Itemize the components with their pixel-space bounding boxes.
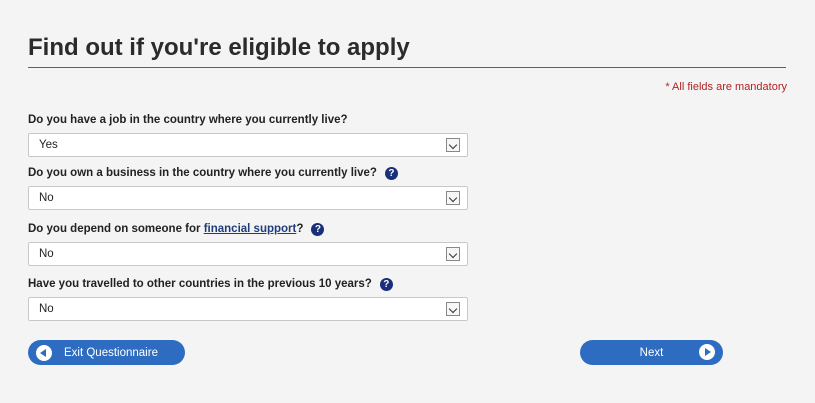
- job-select[interactable]: Yes: [28, 133, 468, 157]
- question-financial-support: Do you depend on someone for financial s…: [28, 221, 488, 266]
- question-job: Do you have a job in the country where y…: [28, 112, 488, 157]
- select-value: No: [39, 303, 54, 315]
- exit-button-label: Exit Questionnaire: [64, 346, 158, 359]
- chevron-down-icon[interactable]: [446, 191, 460, 205]
- financial-support-link[interactable]: financial support: [204, 221, 297, 237]
- question-label: Have you travelled to other countries in…: [28, 276, 488, 292]
- chevron-down-icon[interactable]: [446, 138, 460, 152]
- page-title: Find out if you're eligible to apply: [28, 34, 410, 61]
- arrow-right-circle-icon: [699, 344, 715, 360]
- question-label: Do you have a job in the country where y…: [28, 114, 348, 126]
- select-value: Yes: [39, 139, 58, 151]
- business-select[interactable]: No: [28, 186, 468, 210]
- question-label: Do you own a business in the country whe…: [28, 165, 488, 181]
- question-travel: Have you travelled to other countries in…: [28, 276, 488, 321]
- financial-support-select[interactable]: No: [28, 242, 468, 266]
- mandatory-note: * All fields are mandatory: [665, 81, 787, 93]
- question-label: Do you depend on someone for financial s…: [28, 221, 488, 237]
- chevron-down-icon[interactable]: [446, 247, 460, 261]
- question-circle-icon[interactable]: ?: [311, 222, 325, 236]
- next-button-label: Next: [639, 346, 664, 359]
- question-business: Do you own a business in the country whe…: [28, 165, 488, 210]
- title-divider: [28, 67, 786, 68]
- exit-questionnaire-button[interactable]: Exit Questionnaire: [28, 340, 185, 365]
- select-value: No: [39, 192, 54, 204]
- select-value: No: [39, 248, 54, 260]
- next-button[interactable]: Next: [580, 340, 723, 365]
- chevron-down-icon[interactable]: [446, 302, 460, 316]
- question-circle-icon[interactable]: ?: [384, 166, 398, 180]
- travel-select[interactable]: No: [28, 297, 468, 321]
- question-circle-icon[interactable]: ?: [379, 277, 393, 291]
- arrow-left-circle-icon: [36, 344, 52, 361]
